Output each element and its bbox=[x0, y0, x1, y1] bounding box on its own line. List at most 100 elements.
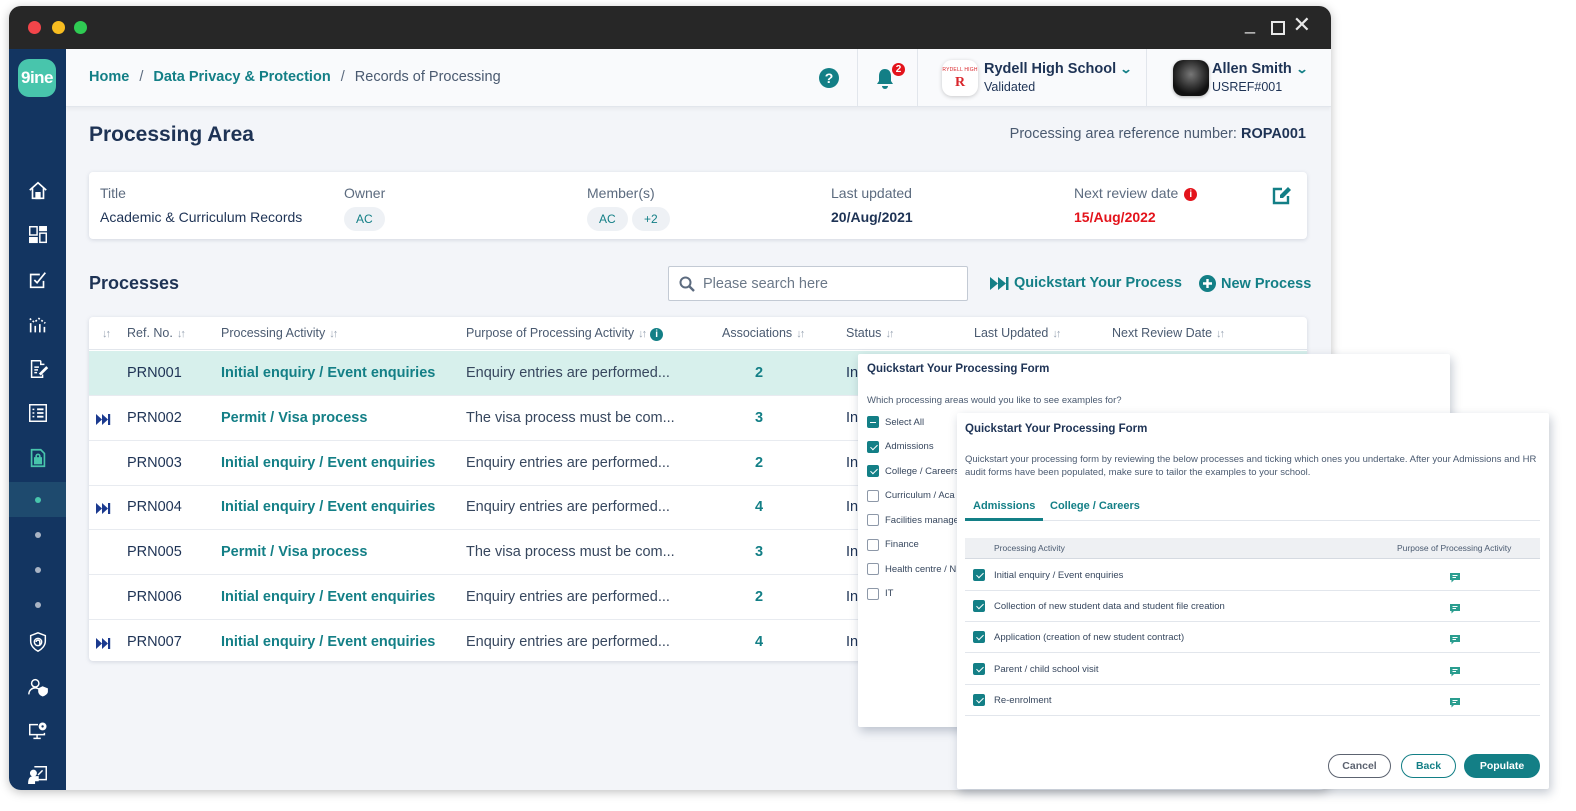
processing-activity-link[interactable]: Permit / Visa process bbox=[221, 410, 367, 426]
purpose: Enquiry entries are performed... bbox=[466, 499, 670, 516]
info-icon[interactable]: i bbox=[650, 328, 664, 341]
breadcrumb-data-privacy[interactable]: Data Privacy & Protection bbox=[153, 69, 330, 85]
processing-activity-link[interactable]: Initial enquiry / Event enquiries bbox=[221, 499, 435, 515]
search-input[interactable] bbox=[703, 267, 963, 300]
column-next-review[interactable]: Next Review Date ↓↑ bbox=[1112, 326, 1225, 340]
edit-button[interactable] bbox=[1271, 186, 1293, 211]
associations-count[interactable]: 3 bbox=[755, 544, 763, 560]
processing-activity-link[interactable]: Initial enquiry / Event enquiries bbox=[221, 365, 435, 381]
area-option[interactable]: Admissions bbox=[867, 440, 934, 453]
area-option[interactable]: Select All bbox=[867, 416, 924, 428]
processing-activity-link[interactable]: Initial enquiry / Event enquiries bbox=[221, 455, 435, 471]
data-privacy-lock-icon[interactable] bbox=[9, 438, 66, 478]
owner-chip[interactable]: AC bbox=[344, 207, 385, 231]
alert-info-icon[interactable]: i bbox=[1184, 188, 1198, 201]
column-last-updated[interactable]: Last Updated ↓↑ bbox=[974, 326, 1061, 340]
cyber-shield-icon[interactable] bbox=[9, 622, 66, 662]
column-status[interactable]: Status ↓↑ bbox=[846, 326, 894, 340]
member-chip[interactable]: AC bbox=[587, 207, 628, 231]
comment-icon[interactable] bbox=[1450, 695, 1460, 713]
area-option[interactable]: Health centre / N bbox=[867, 563, 956, 575]
back-button[interactable]: Back bbox=[1401, 754, 1456, 778]
document-edit-icon[interactable] bbox=[9, 349, 66, 389]
tasks-checkbox-icon[interactable] bbox=[9, 260, 66, 300]
monitor-settings-icon[interactable] bbox=[9, 711, 66, 751]
column-processing-activity[interactable]: Processing Activity ↓↑ bbox=[221, 326, 338, 340]
area-option[interactable]: Curriculum / Aca bbox=[867, 489, 955, 502]
user-avatar[interactable] bbox=[1173, 60, 1209, 96]
checkbox[interactable] bbox=[973, 600, 985, 613]
checkbox[interactable] bbox=[867, 514, 879, 526]
associations-count[interactable]: 2 bbox=[755, 455, 763, 471]
help-icon[interactable]: ? bbox=[819, 68, 839, 88]
maximize-button[interactable] bbox=[1271, 21, 1285, 35]
cancel-button[interactable]: Cancel bbox=[1328, 754, 1391, 778]
sidebar-subitem-1[interactable] bbox=[9, 482, 66, 517]
comment-icon[interactable] bbox=[1450, 601, 1460, 619]
checkbox[interactable] bbox=[867, 416, 879, 428]
tab-admissions[interactable]: Admissions bbox=[965, 500, 1044, 521]
associations-count[interactable]: 4 bbox=[755, 499, 763, 515]
checkbox[interactable] bbox=[973, 569, 985, 581]
checkbox[interactable] bbox=[867, 538, 879, 551]
more-members-chip[interactable]: +2 bbox=[632, 207, 670, 231]
user-menu[interactable]: Allen Smith ⌄ bbox=[1212, 61, 1308, 77]
user-shield-icon[interactable] bbox=[9, 667, 66, 707]
checkbox[interactable] bbox=[867, 489, 879, 502]
comment-icon[interactable] bbox=[1450, 632, 1460, 650]
close-window-dot[interactable] bbox=[28, 21, 41, 34]
dashboard-icon[interactable] bbox=[9, 215, 66, 255]
sort-all-button[interactable]: ↓↑ bbox=[98, 326, 111, 340]
tab-college-careers[interactable]: College / Careers bbox=[1042, 500, 1148, 521]
activity-row[interactable]: Re-enrolment bbox=[965, 685, 1540, 716]
activity-row[interactable]: Initial enquiry / Event enquiries bbox=[965, 560, 1540, 591]
school-logo[interactable]: RYDELL HIGH R bbox=[942, 60, 978, 96]
associations-count[interactable]: 3 bbox=[755, 410, 763, 426]
checkbox[interactable] bbox=[867, 465, 879, 477]
populate-button[interactable]: Populate bbox=[1464, 754, 1540, 778]
checkbox[interactable] bbox=[867, 440, 879, 453]
analytics-icon[interactable] bbox=[9, 305, 66, 345]
minimize-window-dot[interactable] bbox=[52, 21, 65, 34]
checkbox[interactable] bbox=[867, 563, 879, 575]
comment-icon[interactable] bbox=[1450, 570, 1460, 588]
activity-row[interactable]: Parent / child school visit bbox=[965, 654, 1540, 685]
activity-row[interactable]: Collection of new student data and stude… bbox=[965, 591, 1540, 623]
checklist-icon[interactable] bbox=[9, 393, 66, 433]
school-selector[interactable]: Rydell High School ⌄ bbox=[984, 61, 1133, 77]
app-logo[interactable]: 9ine bbox=[18, 59, 56, 97]
area-option[interactable]: College / Careers bbox=[867, 465, 959, 477]
sidebar-subitem-3[interactable] bbox=[9, 552, 66, 587]
checkbox[interactable] bbox=[867, 587, 879, 600]
column-purpose[interactable]: Purpose of Processing Activity ↓↑ i bbox=[466, 326, 664, 341]
training-icon[interactable] bbox=[9, 755, 66, 790]
associations-count[interactable]: 4 bbox=[755, 634, 763, 650]
sidebar-subitem-4[interactable] bbox=[9, 587, 66, 622]
checkbox[interactable] bbox=[973, 631, 985, 644]
ref-no: PRN005 bbox=[127, 544, 182, 561]
processing-activity-link[interactable]: Initial enquiry / Event enquiries bbox=[221, 634, 435, 650]
close-button[interactable]: ✕ bbox=[1293, 14, 1311, 36]
processing-activity-link[interactable]: Initial enquiry / Event enquiries bbox=[221, 589, 435, 605]
area-option[interactable]: IT bbox=[867, 587, 893, 600]
minimize-button[interactable]: _ bbox=[1245, 14, 1255, 34]
associations-count[interactable]: 2 bbox=[755, 365, 763, 381]
checkbox[interactable] bbox=[973, 662, 985, 675]
processing-activity-link[interactable]: Permit / Visa process bbox=[221, 544, 367, 560]
home-icon[interactable] bbox=[9, 171, 66, 211]
new-process-button[interactable]: New Process bbox=[1199, 275, 1311, 292]
associations-count[interactable]: 2 bbox=[755, 589, 763, 605]
checkbox[interactable] bbox=[973, 693, 985, 706]
area-option[interactable]: Finance bbox=[867, 538, 919, 551]
column-associations[interactable]: Associations ↓↑ bbox=[722, 326, 805, 340]
quickstart-process-button[interactable]: Quickstart Your Process bbox=[990, 275, 1182, 291]
column-ref-no[interactable]: Ref. No. ↓↑ bbox=[127, 326, 186, 340]
breadcrumb-home[interactable]: Home bbox=[89, 69, 129, 85]
activity-row[interactable]: Application (creation of new student con… bbox=[965, 622, 1540, 654]
notifications-button[interactable]: 2 bbox=[875, 63, 905, 94]
area-option[interactable]: Facilities manage bbox=[867, 514, 959, 526]
maximize-window-dot[interactable] bbox=[74, 21, 87, 34]
comment-icon[interactable] bbox=[1450, 664, 1460, 682]
search-field[interactable] bbox=[668, 266, 968, 301]
sidebar-subitem-2[interactable] bbox=[9, 517, 66, 552]
